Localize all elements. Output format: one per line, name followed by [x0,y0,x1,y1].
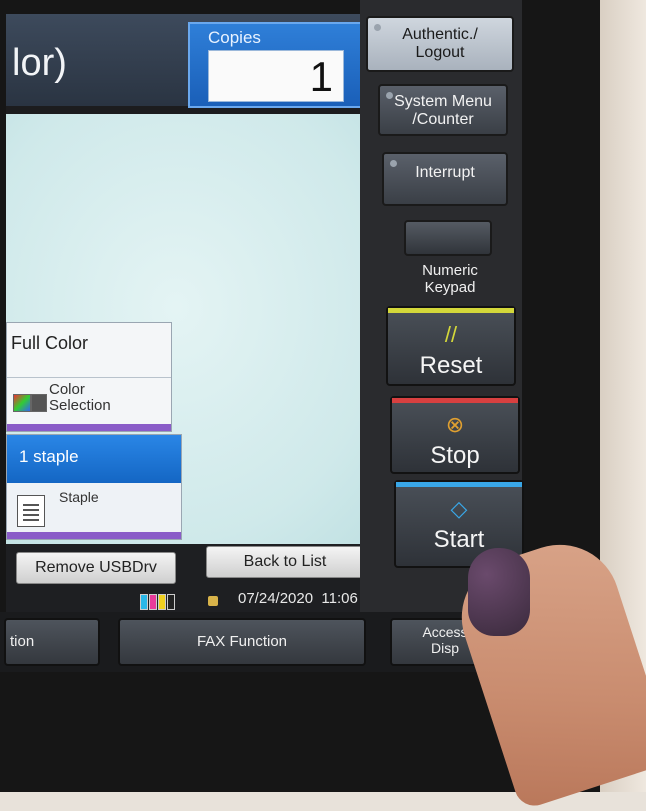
color-mode-panel[interactable]: Full Color Color Selection [6,322,172,432]
touch-screen: lor) Copies 1 Full Color Color Selection… [6,14,384,624]
panel-accent-strip [7,532,181,539]
staple-label: Staple [59,489,99,505]
numeric-keypad-button[interactable] [404,220,492,256]
main-content: Full Color Color Selection 1 staple Stap… [6,114,384,544]
date-value: 07/24/2020 [238,590,314,607]
title-bar: lor) Copies 1 [6,14,370,108]
authentic-logout-label: Authentic./ Logout [402,26,478,61]
accessibility-display-label: Access Disp [422,624,468,656]
date-time: 07/24/2020 11:06 [238,590,358,607]
stop-strip [392,398,518,403]
start-icon: ◇ [450,496,468,521]
copies-label: Copies [208,28,261,47]
fax-function-button[interactable]: FAX Function [118,618,366,666]
reset-icon: // [444,322,458,347]
panel-accent-strip [7,424,171,431]
toner-icon [31,394,47,412]
color-mode-row[interactable]: Full Color [7,323,171,375]
stop-label: Stop [430,442,480,469]
start-strip [396,482,522,487]
led-indicator-icon [390,160,397,167]
staple-document-icon [17,495,45,527]
led-indicator-icon [386,92,393,99]
reset-button[interactable]: // Reset [386,306,516,386]
left-function-button[interactable]: tion [4,618,100,666]
color-selection-row[interactable]: Color Selection [7,377,171,423]
glitter-nail [468,548,530,636]
led-indicator-icon [374,24,381,31]
color-selection-label: Color Selection [49,381,111,414]
numeric-keypad-label: Numeric Keypad [422,262,478,296]
interrupt-label: Interrupt [415,164,475,181]
staple-value: 1 staple [19,447,79,466]
stop-icon: ⊗ [445,412,465,437]
copies-box[interactable]: 1 [208,50,344,102]
copies-display[interactable]: Copies 1 [188,22,366,108]
authentic-logout-button[interactable]: Authentic./ Logout [366,16,514,72]
staple-value-row[interactable]: 1 staple [7,435,181,483]
clock-icon [208,596,218,606]
copies-value: 1 [309,53,333,100]
reset-label: Reset [419,352,483,379]
remove-usb-button[interactable]: Remove USBDrv [16,552,176,584]
back-to-list-button[interactable]: Back to List [206,546,364,578]
staple-row[interactable]: Staple [7,483,181,533]
color-mode-value: Full Color [11,333,89,353]
mode-title: lor) [12,42,67,84]
interrupt-button[interactable]: Interrupt [382,152,508,206]
system-menu-label: System Menu /Counter [394,93,492,128]
system-menu-button[interactable]: System Menu /Counter [378,84,508,136]
reset-strip [388,308,514,313]
color-palette-icon [13,394,31,412]
stop-button[interactable]: ⊗ Stop [390,396,520,474]
staple-panel[interactable]: 1 staple Staple [6,434,182,540]
time-value: 11:06 [321,590,358,607]
